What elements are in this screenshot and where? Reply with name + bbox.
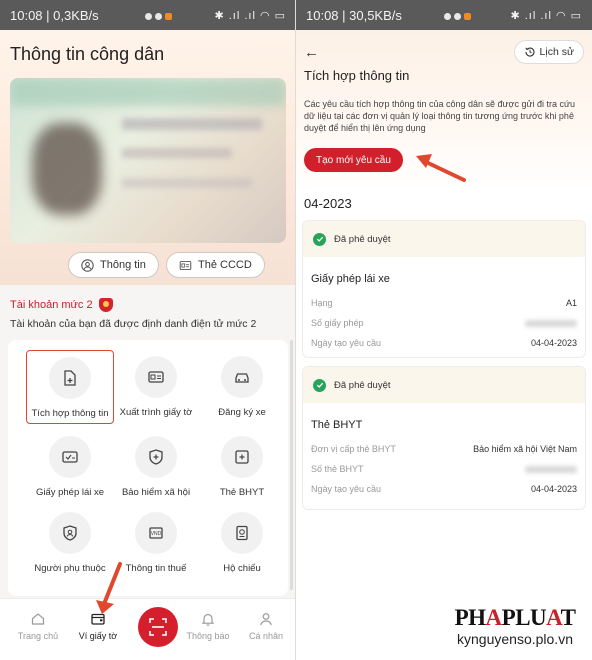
- tile-label: Xuất trình giấy tờ: [119, 407, 193, 418]
- tile-integrate-info[interactable]: Tích hợp thông tin: [26, 350, 114, 424]
- bottom-navigation: Trang chủ Ví giấy tờ Thông báo Cá nhân: [0, 598, 296, 660]
- request-row: Ngày tạo yêu cầu 04-04-2023: [311, 484, 577, 494]
- watermark: PHAPLUAT kynguyenso.plo.vn: [440, 605, 590, 647]
- request-status: Đã phê duyệt: [303, 367, 585, 403]
- cccd-button-label: Thẻ CCCD: [198, 259, 252, 271]
- annotation-arrow-left-icon: [416, 154, 466, 182]
- tile-label: Hộ chiếu: [223, 563, 261, 574]
- watermark-logo: PHAPLUAT: [454, 605, 576, 630]
- status-text: Đã phê duyệt: [334, 379, 391, 391]
- nav-notifications[interactable]: Thông báo: [178, 611, 238, 641]
- account-description: Tài khoản của bạn đã được định danh điện…: [10, 318, 257, 330]
- nav-label: Thông báo: [186, 631, 230, 641]
- request-status: Đã phê duyệt: [303, 221, 585, 257]
- page-title: Thông tin công dân: [10, 44, 165, 64]
- signal-battery-icon: ✱ .ıl .ıl ◠ ▭: [214, 9, 286, 22]
- tile-label: Tích hợp thông tin: [31, 408, 109, 419]
- user-icon: [260, 613, 272, 626]
- signal-battery-icon: ✱ .ıl .ıl ◠ ▭: [510, 9, 582, 22]
- scan-qr-button[interactable]: [138, 607, 178, 647]
- redacted-value: [525, 465, 577, 473]
- status-icons: [441, 8, 472, 23]
- tile-health-card[interactable]: Thẻ BHYT: [198, 436, 286, 498]
- page-title: Tích hợp thông tin: [304, 68, 410, 83]
- request-name: Giấy phép lái xe: [311, 273, 390, 285]
- history-button[interactable]: Lịch sử: [513, 40, 584, 64]
- tile-vehicle-registration[interactable]: Đăng ký xe: [198, 356, 286, 418]
- status-text: Đã phê duyệt: [334, 233, 391, 245]
- info-button[interactable]: Thông tin: [68, 252, 159, 278]
- request-row: Số thẻ BHYT: [311, 459, 577, 479]
- health-card-icon: [235, 450, 249, 464]
- nav-personal[interactable]: Cá nhân: [236, 611, 296, 641]
- svg-text:VND: VND: [151, 531, 162, 537]
- account-level-text: Tài khoản mức 2: [10, 299, 93, 311]
- request-name: Thẻ BHYT: [311, 419, 363, 431]
- services-grid: Tích hợp thông tin Xuất trình giấy tờ Đă…: [8, 340, 288, 596]
- status-time: 10:08 | 30,5KB/s: [306, 7, 402, 23]
- tile-label: Bảo hiểm xã hội: [121, 487, 191, 498]
- nav-label: Ví giấy tờ: [78, 631, 118, 641]
- scan-icon: [149, 618, 167, 636]
- check-circle-icon: [313, 232, 326, 246]
- tile-social-insurance[interactable]: Bảo hiểm xã hội: [112, 436, 200, 498]
- status-bar: 10:08 | 30,5KB/s ✱ .ıl .ıl ◠ ▭: [296, 0, 592, 30]
- request-card[interactable]: Đã phê duyệt Thẻ BHYT Đơn vị cấp thẻ BHY…: [302, 366, 586, 510]
- request-row: Hạng A1: [311, 298, 577, 308]
- history-clock-icon: [524, 47, 535, 57]
- right-screen: 10:08 | 30,5KB/s ✱ .ıl .ıl ◠ ▭ ← Lịch sử…: [296, 0, 592, 660]
- tax-icon: VND: [149, 527, 163, 539]
- annotation-arrow-down-icon: [96, 562, 122, 614]
- file-add-icon: [64, 370, 76, 386]
- request-row: Số giấy phép: [311, 313, 577, 333]
- check-circle-icon: [313, 378, 326, 392]
- cccd-button[interactable]: Thẻ CCCD: [166, 252, 265, 278]
- redacted-value: [525, 319, 577, 327]
- status-time: 10:08 | 0,3KB/s: [10, 7, 99, 23]
- insurance-icon: [149, 449, 163, 465]
- citizen-header: Thông tin công dân Thông tin Thẻ CCCD: [0, 30, 296, 285]
- account-level: Tài khoản mức 2: [10, 298, 113, 312]
- left-screen: 10:08 | 0,3KB/s ✱ .ıl .ıl ◠ ▭ Thông tin …: [0, 0, 296, 660]
- scrollbar[interactable]: [290, 340, 293, 590]
- request-row: Đơn vị cấp thẻ BHYT Bảo hiểm xã hội Việt …: [311, 444, 577, 454]
- dependent-icon: [63, 525, 77, 541]
- tile-label: Giấy phép lái xe: [35, 487, 105, 498]
- passport-icon: [236, 525, 248, 541]
- nav-label: Cá nhân: [248, 631, 284, 641]
- status-icons: [142, 8, 172, 23]
- id-card-icon: [148, 371, 164, 383]
- shield-badge-icon: [98, 298, 113, 312]
- tile-label: Thẻ BHYT: [219, 487, 265, 498]
- nav-home[interactable]: Trang chủ: [8, 611, 68, 641]
- status-bar: 10:08 | 0,3KB/s ✱ .ıl .ıl ◠ ▭: [0, 0, 296, 30]
- user-circle-icon: [81, 258, 94, 272]
- month-header: 04-2023: [304, 196, 352, 211]
- info-button-label: Thông tin: [100, 259, 146, 271]
- bell-icon: [201, 613, 215, 626]
- history-label: Lịch sử: [539, 46, 574, 58]
- tile-present-documents[interactable]: Xuất trình giấy tờ: [112, 356, 200, 418]
- request-card[interactable]: Đã phê duyệt Giấy phép lái xe Hạng A1 Số …: [302, 220, 586, 358]
- page-description: Các yêu cầu tích hợp thông tin của công …: [304, 99, 576, 133]
- citizen-id-card-image[interactable]: [10, 78, 286, 243]
- nav-label: Trang chủ: [17, 631, 59, 641]
- tile-driving-license[interactable]: Giấy phép lái xe: [26, 436, 114, 498]
- tile-passport[interactable]: Hộ chiếu: [198, 512, 286, 574]
- new-request-button[interactable]: Tạo mới yêu cầu: [304, 148, 403, 172]
- tile-label: Đăng ký xe: [218, 407, 266, 418]
- request-row: Ngày tạo yêu cầu 04-04-2023: [311, 338, 577, 348]
- car-icon: [235, 373, 249, 383]
- watermark-site: kynguyenso.plo.vn: [457, 631, 573, 647]
- back-arrow-icon[interactable]: ←: [304, 44, 319, 61]
- license-icon: [62, 451, 78, 463]
- id-card-icon: [179, 260, 192, 270]
- home-icon: [31, 613, 45, 625]
